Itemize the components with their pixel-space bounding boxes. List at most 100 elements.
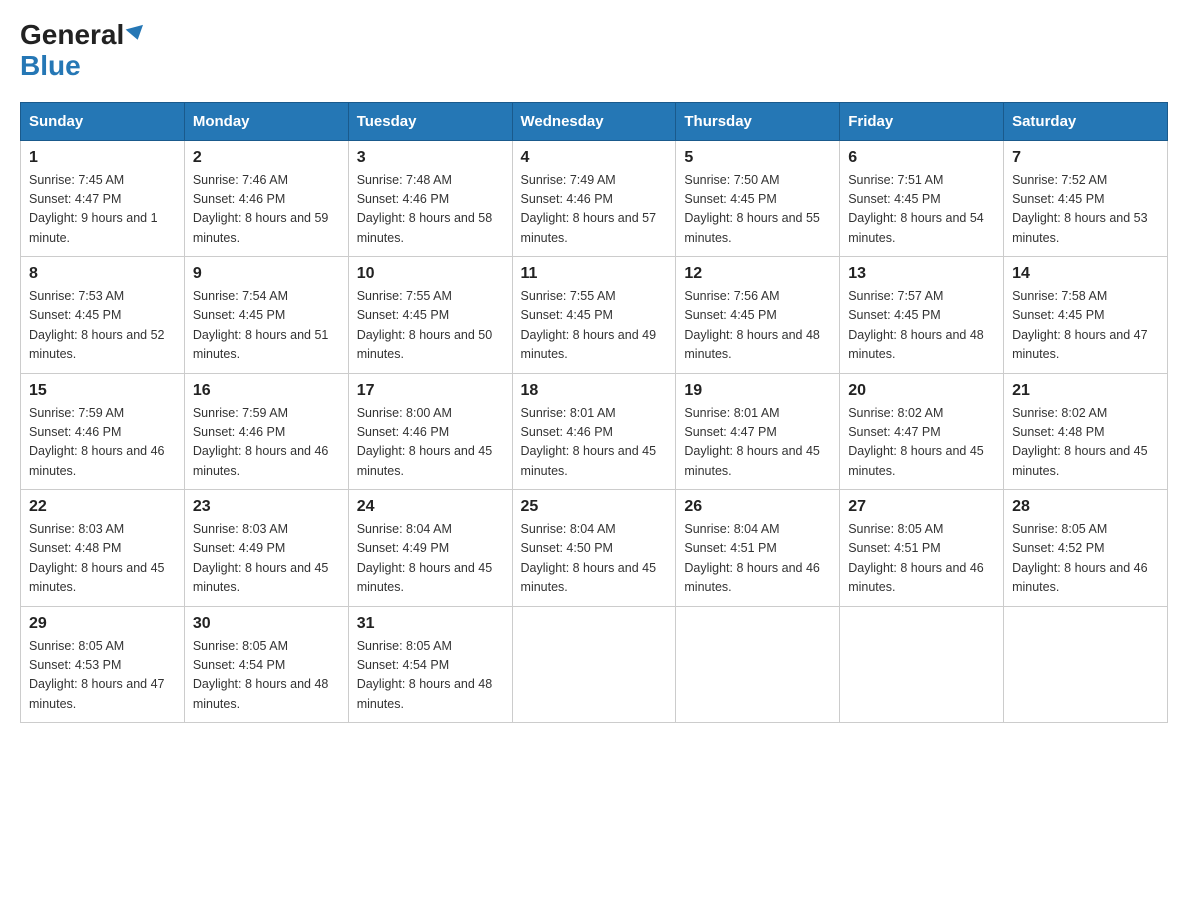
logo: General Blue xyxy=(20,20,145,82)
calendar-cell: 18 Sunrise: 8:01 AMSunset: 4:46 PMDayligh… xyxy=(512,373,676,490)
day-number: 3 xyxy=(357,149,504,167)
day-info: Sunrise: 7:48 AMSunset: 4:46 PMDaylight:… xyxy=(357,171,504,249)
logo-text-wrap: General Blue xyxy=(20,20,145,82)
day-number: 13 xyxy=(848,265,995,283)
day-number: 28 xyxy=(1012,498,1159,516)
day-info: Sunrise: 7:53 AMSunset: 4:45 PMDaylight:… xyxy=(29,287,176,365)
calendar-cell xyxy=(1004,606,1168,723)
day-number: 4 xyxy=(521,149,668,167)
calendar-cell: 23 Sunrise: 8:03 AMSunset: 4:49 PMDayligh… xyxy=(184,490,348,607)
calendar-cell: 21Sunrise: 8:02 AMSunset: 4:48 PMDayligh… xyxy=(1004,373,1168,490)
calendar-cell: 8Sunrise: 7:53 AMSunset: 4:45 PMDaylight… xyxy=(21,257,185,374)
logo-blue-line: Blue xyxy=(20,51,145,82)
day-info: Sunrise: 7:58 AMSunset: 4:45 PMDaylight:… xyxy=(1012,287,1159,365)
calendar-cell: 3 Sunrise: 7:48 AMSunset: 4:46 PMDaylight… xyxy=(348,140,512,257)
calendar-cell: 29 Sunrise: 8:05 AMSunset: 4:53 PMDayligh… xyxy=(21,606,185,723)
day-number: 22 xyxy=(29,498,176,516)
day-info: Sunrise: 8:00 AMSunset: 4:46 PMDaylight:… xyxy=(357,404,504,482)
day-info: Sunrise: 7:55 AMSunset: 4:45 PMDaylight:… xyxy=(521,287,668,365)
calendar-cell: 19 Sunrise: 8:01 AMSunset: 4:47 PMDayligh… xyxy=(676,373,840,490)
calendar-cell: 15 Sunrise: 7:59 AMSunset: 4:46 PMDayligh… xyxy=(21,373,185,490)
day-number: 18 xyxy=(521,382,668,400)
day-info: Sunrise: 8:04 AMSunset: 4:50 PMDaylight:… xyxy=(521,520,668,598)
day-number: 23 xyxy=(193,498,340,516)
header-cell-thursday: Thursday xyxy=(676,102,840,140)
calendar-cell: 31 Sunrise: 8:05 AMSunset: 4:54 PMDayligh… xyxy=(348,606,512,723)
day-number: 5 xyxy=(684,149,831,167)
day-number: 1 xyxy=(29,149,176,167)
day-number: 26 xyxy=(684,498,831,516)
calendar-cell: 22Sunrise: 8:03 AMSunset: 4:48 PMDayligh… xyxy=(21,490,185,607)
day-info: Sunrise: 8:04 AMSunset: 4:49 PMDaylight:… xyxy=(357,520,504,598)
calendar-cell xyxy=(840,606,1004,723)
day-info: Sunrise: 7:49 AMSunset: 4:46 PMDaylight:… xyxy=(521,171,668,249)
calendar-cell: 10Sunrise: 7:55 AMSunset: 4:45 PMDayligh… xyxy=(348,257,512,374)
day-number: 6 xyxy=(848,149,995,167)
day-number: 30 xyxy=(193,615,340,633)
day-info: Sunrise: 8:03 AMSunset: 4:49 PMDaylight:… xyxy=(193,520,340,598)
day-info: Sunrise: 7:56 AMSunset: 4:45 PMDaylight:… xyxy=(684,287,831,365)
calendar-cell: 7 Sunrise: 7:52 AMSunset: 4:45 PMDaylight… xyxy=(1004,140,1168,257)
calendar-cell: 6 Sunrise: 7:51 AMSunset: 4:45 PMDaylight… xyxy=(840,140,1004,257)
calendar-header: SundayMondayTuesdayWednesdayThursdayFrid… xyxy=(21,102,1168,140)
calendar-cell: 17 Sunrise: 8:00 AMSunset: 4:46 PMDayligh… xyxy=(348,373,512,490)
day-info: Sunrise: 8:05 AMSunset: 4:51 PMDaylight:… xyxy=(848,520,995,598)
calendar-week-row: 29 Sunrise: 8:05 AMSunset: 4:53 PMDayligh… xyxy=(21,606,1168,723)
calendar-body: 1 Sunrise: 7:45 AMSunset: 4:47 PMDaylight… xyxy=(21,140,1168,723)
calendar-cell: 13 Sunrise: 7:57 AMSunset: 4:45 PMDayligh… xyxy=(840,257,1004,374)
calendar-week-row: 15 Sunrise: 7:59 AMSunset: 4:46 PMDayligh… xyxy=(21,373,1168,490)
calendar-week-row: 1 Sunrise: 7:45 AMSunset: 4:47 PMDaylight… xyxy=(21,140,1168,257)
calendar-cell: 2Sunrise: 7:46 AMSunset: 4:46 PMDaylight… xyxy=(184,140,348,257)
calendar-cell: 5 Sunrise: 7:50 AMSunset: 4:45 PMDaylight… xyxy=(676,140,840,257)
day-number: 25 xyxy=(521,498,668,516)
day-info: Sunrise: 7:57 AMSunset: 4:45 PMDaylight:… xyxy=(848,287,995,365)
day-number: 20 xyxy=(848,382,995,400)
calendar-cell: 16 Sunrise: 7:59 AMSunset: 4:46 PMDayligh… xyxy=(184,373,348,490)
day-number: 16 xyxy=(193,382,340,400)
header-cell-friday: Friday xyxy=(840,102,1004,140)
day-info: Sunrise: 8:04 AMSunset: 4:51 PMDaylight:… xyxy=(684,520,831,598)
day-info: Sunrise: 8:05 AMSunset: 4:53 PMDaylight:… xyxy=(29,637,176,715)
calendar-cell: 30Sunrise: 8:05 AMSunset: 4:54 PMDayligh… xyxy=(184,606,348,723)
calendar-cell: 1 Sunrise: 7:45 AMSunset: 4:47 PMDaylight… xyxy=(21,140,185,257)
calendar-week-row: 22Sunrise: 8:03 AMSunset: 4:48 PMDayligh… xyxy=(21,490,1168,607)
calendar-table: SundayMondayTuesdayWednesdayThursdayFrid… xyxy=(20,102,1168,724)
day-info: Sunrise: 8:02 AMSunset: 4:48 PMDaylight:… xyxy=(1012,404,1159,482)
day-number: 15 xyxy=(29,382,176,400)
day-number: 27 xyxy=(848,498,995,516)
day-number: 11 xyxy=(521,265,668,283)
day-number: 14 xyxy=(1012,265,1159,283)
day-info: Sunrise: 7:45 AMSunset: 4:47 PMDaylight:… xyxy=(29,171,176,249)
day-info: Sunrise: 8:05 AMSunset: 4:54 PMDaylight:… xyxy=(357,637,504,715)
day-info: Sunrise: 7:50 AMSunset: 4:45 PMDaylight:… xyxy=(684,171,831,249)
header-cell-tuesday: Tuesday xyxy=(348,102,512,140)
day-number: 17 xyxy=(357,382,504,400)
day-info: Sunrise: 7:59 AMSunset: 4:46 PMDaylight:… xyxy=(193,404,340,482)
day-info: Sunrise: 7:59 AMSunset: 4:46 PMDaylight:… xyxy=(29,404,176,482)
day-number: 29 xyxy=(29,615,176,633)
logo-general-line: General xyxy=(20,20,145,51)
day-number: 7 xyxy=(1012,149,1159,167)
header-cell-monday: Monday xyxy=(184,102,348,140)
day-info: Sunrise: 8:05 AMSunset: 4:52 PMDaylight:… xyxy=(1012,520,1159,598)
calendar-cell: 20 Sunrise: 8:02 AMSunset: 4:47 PMDayligh… xyxy=(840,373,1004,490)
day-info: Sunrise: 7:52 AMSunset: 4:45 PMDaylight:… xyxy=(1012,171,1159,249)
calendar-cell: 26 Sunrise: 8:04 AMSunset: 4:51 PMDayligh… xyxy=(676,490,840,607)
calendar-cell: 12Sunrise: 7:56 AMSunset: 4:45 PMDayligh… xyxy=(676,257,840,374)
day-info: Sunrise: 7:51 AMSunset: 4:45 PMDaylight:… xyxy=(848,171,995,249)
calendar-cell xyxy=(512,606,676,723)
day-number: 24 xyxy=(357,498,504,516)
calendar-cell: 4 Sunrise: 7:49 AMSunset: 4:46 PMDaylight… xyxy=(512,140,676,257)
day-info: Sunrise: 8:01 AMSunset: 4:47 PMDaylight:… xyxy=(684,404,831,482)
calendar-cell: 9Sunrise: 7:54 AMSunset: 4:45 PMDaylight… xyxy=(184,257,348,374)
header-cell-sunday: Sunday xyxy=(21,102,185,140)
day-info: Sunrise: 8:01 AMSunset: 4:46 PMDaylight:… xyxy=(521,404,668,482)
day-info: Sunrise: 7:46 AMSunset: 4:46 PMDaylight:… xyxy=(193,171,340,249)
header-row: SundayMondayTuesdayWednesdayThursdayFrid… xyxy=(21,102,1168,140)
day-number: 31 xyxy=(357,615,504,633)
calendar-cell: 14 Sunrise: 7:58 AMSunset: 4:45 PMDayligh… xyxy=(1004,257,1168,374)
logo-triangle-icon xyxy=(126,25,147,42)
day-number: 19 xyxy=(684,382,831,400)
calendar-cell: 24 Sunrise: 8:04 AMSunset: 4:49 PMDayligh… xyxy=(348,490,512,607)
day-info: Sunrise: 8:02 AMSunset: 4:47 PMDaylight:… xyxy=(848,404,995,482)
